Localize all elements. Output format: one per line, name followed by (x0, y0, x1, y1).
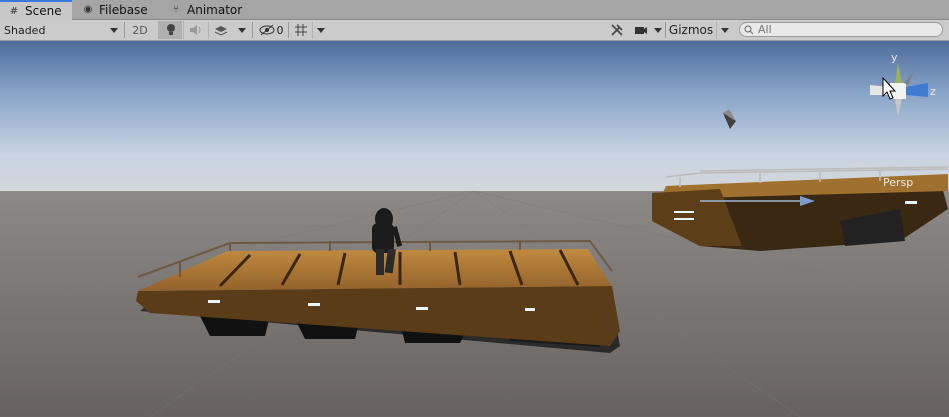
gizmos-label: Gizmos (668, 23, 714, 37)
eye-slash-icon (259, 24, 274, 36)
2d-toggle-button[interactable]: 2D (128, 21, 152, 39)
editor-tab-bar: # Scene ◉ Filebase ⑂ Animator (0, 0, 949, 20)
grid-dropdown[interactable] (312, 21, 328, 39)
toolbar-divider (252, 22, 253, 38)
tab-scene[interactable]: # Scene (0, 0, 72, 20)
eye-icon: ◉ (83, 4, 93, 15)
search-icon (744, 25, 754, 34)
2d-toggle-label: 2D (132, 23, 148, 37)
lighting-toggle-button[interactable] (158, 21, 182, 39)
audio-toggle-button[interactable] (183, 21, 207, 39)
speaker-icon (189, 25, 200, 35)
chevron-down-icon (316, 27, 325, 33)
toolbar-divider (288, 22, 289, 38)
chevron-down-icon (654, 27, 662, 33)
scene-render: y z (0, 41, 949, 417)
camera-dropdown[interactable] (652, 21, 664, 39)
gizmos-dropdown[interactable] (716, 21, 732, 39)
hidden-objects-toggle[interactable]: 0 (256, 21, 286, 39)
scene-search-input[interactable] (758, 23, 928, 36)
branch-icon: ⑂ (173, 4, 179, 15)
shading-mode-dropdown[interactable]: Shaded (0, 21, 122, 39)
tab-animator-label: Animator (187, 2, 243, 17)
wrench-icon (611, 24, 623, 36)
tab-filebase[interactable]: ◉ Filebase (74, 0, 160, 19)
grid-toggle-button[interactable] (290, 21, 312, 39)
gizmo-axis-y: y (891, 51, 898, 64)
grid-icon (295, 24, 307, 36)
projection-label[interactable]: Persp (883, 176, 913, 189)
scene-viewport[interactable]: y z Persp (0, 41, 949, 417)
toolbar-divider (665, 22, 666, 38)
toolbar-divider (124, 22, 125, 38)
tools-button[interactable] (606, 21, 628, 39)
gizmos-button[interactable]: Gizmos (667, 21, 715, 39)
tab-animator[interactable]: ⑂ Animator (162, 0, 252, 19)
lightbulb-icon (166, 24, 175, 35)
chevron-down-icon (110, 27, 118, 33)
skybox (0, 41, 949, 193)
gizmo-axis-z: z (930, 85, 936, 98)
hidden-count: 0 (276, 23, 284, 37)
camera-icon (635, 27, 647, 34)
scene-search-field[interactable] (739, 22, 943, 37)
scene-toolbar: Shaded 2D 0 Gizmos (0, 20, 949, 41)
chevron-down-icon (720, 27, 729, 33)
shading-mode-label: Shaded (4, 23, 46, 37)
effects-toggle-button[interactable] (208, 21, 232, 39)
tab-filebase-label: Filebase (99, 2, 148, 17)
effects-dropdown[interactable] (234, 21, 250, 39)
hash-icon: # (9, 5, 19, 17)
chevron-down-icon (238, 27, 246, 33)
camera-settings-button[interactable] (630, 21, 652, 39)
layers-icon (214, 26, 227, 36)
tab-scene-label: Scene (25, 4, 62, 18)
